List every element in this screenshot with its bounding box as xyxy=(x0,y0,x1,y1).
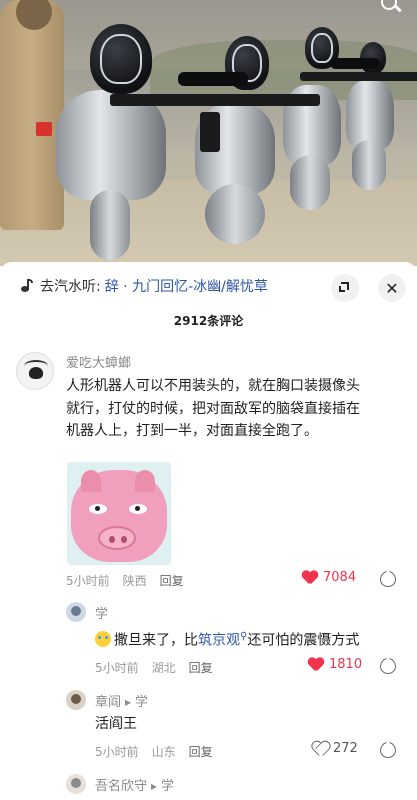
reply-button[interactable]: 回复 xyxy=(189,659,213,676)
comment-meta: 5小时前 湖北 回复 xyxy=(95,659,226,676)
avatar[interactable] xyxy=(66,602,86,622)
comment-text[interactable]: 活阎王 xyxy=(95,713,395,736)
comment-username-line: 章阎 ▸ 学 xyxy=(95,691,148,710)
comment-time: 5小时前 xyxy=(66,574,110,588)
close-button[interactable]: ✕ xyxy=(378,274,406,302)
comment-username[interactable]: 吾名欣守 xyxy=(95,779,147,794)
crying-emoji-icon xyxy=(95,630,111,647)
dislike-icon[interactable] xyxy=(380,742,396,758)
video-player[interactable] xyxy=(0,0,417,266)
close-icon: ✕ xyxy=(385,278,399,298)
reply-button[interactable]: 回复 xyxy=(189,743,213,760)
heart-icon xyxy=(302,571,318,585)
comment-meta: 5小时前 陕西 回复 xyxy=(66,572,197,589)
reply-button[interactable]: 回复 xyxy=(160,572,184,589)
search-button[interactable] xyxy=(377,0,403,20)
like-count: 272 xyxy=(333,741,358,756)
comment-location: 陕西 xyxy=(122,574,147,588)
comment-count: 2912条评论 xyxy=(173,314,244,328)
comment-text[interactable]: 撒旦来了，比筑京观⚲还可怕的震慑方式 xyxy=(95,626,405,652)
reply-to-username[interactable]: 学 xyxy=(161,779,174,794)
like-count: 1810 xyxy=(329,657,363,672)
like-count: 7084 xyxy=(323,570,357,585)
like-button[interactable]: 272 xyxy=(312,741,358,756)
like-button[interactable]: 7084 xyxy=(302,570,356,585)
rifle-scope xyxy=(178,72,248,86)
search-keyword-link[interactable]: 筑京观 xyxy=(198,633,240,649)
like-button[interactable]: 1810 xyxy=(308,657,362,672)
fit-screen-button[interactable] xyxy=(331,274,359,302)
comment-location: 湖北 xyxy=(151,661,176,675)
dislike-icon[interactable] xyxy=(380,571,396,587)
music-prefix: 去汽水听: xyxy=(40,279,101,295)
dislike-icon[interactable] xyxy=(380,658,396,674)
comment-sticker-image[interactable] xyxy=(67,462,171,565)
comment-time: 5小时前 xyxy=(95,745,139,759)
comments-panel: 去汽水听: 辞 · 九门回忆-冰幽/解忧草 ✕ 2912条评论 爱吃大蟑螂 人形… xyxy=(0,262,417,800)
comment-meta: 5小时前 山东 回复 xyxy=(95,743,226,760)
comment-username-line: 吾名欣守 ▸ 学 xyxy=(95,775,174,794)
music-title-link[interactable]: 辞 · 九门回忆-冰幽/解忧草 xyxy=(105,276,268,296)
reply-to-username[interactable]: 学 xyxy=(135,695,148,710)
reply-arrow-icon: ▸ xyxy=(151,779,158,793)
comment-username[interactable]: 学 xyxy=(95,603,108,622)
pig-face xyxy=(71,470,167,562)
heart-icon xyxy=(312,742,328,756)
comment-username[interactable]: 章阎 xyxy=(95,695,121,710)
avatar[interactable] xyxy=(66,690,86,710)
avatar[interactable] xyxy=(66,774,86,794)
comment-username[interactable]: 爱吃大蟑螂 xyxy=(66,352,131,371)
rifle xyxy=(300,72,417,81)
comment-location: 山东 xyxy=(151,745,176,759)
comment-time: 5小时前 xyxy=(95,661,139,675)
avatar[interactable] xyxy=(16,352,54,390)
rifle xyxy=(110,94,320,106)
reply-arrow-icon: ▸ xyxy=(125,695,132,709)
comment-text[interactable]: 人形机器人可以不用装头的，就在胸口装摄像头 就行，打仗的时候，把对面敌军的脑袋直… xyxy=(66,375,406,443)
music-note-icon xyxy=(20,278,34,294)
heart-icon xyxy=(308,658,324,672)
